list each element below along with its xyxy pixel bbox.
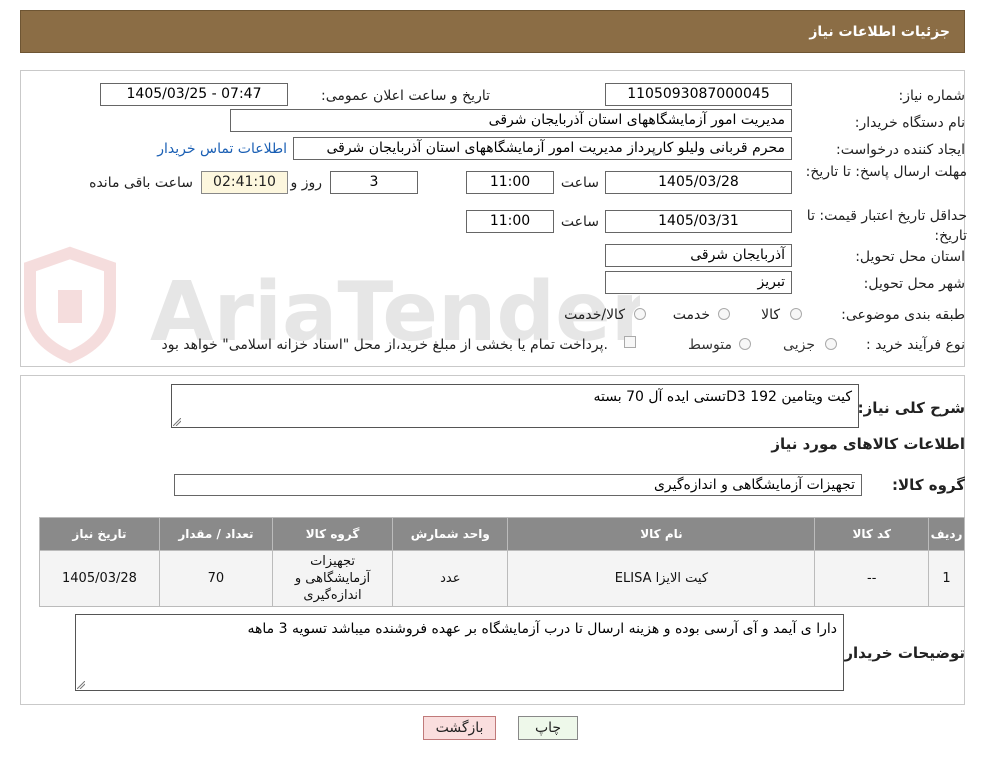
- process-medium-label: متوسط: [688, 337, 732, 353]
- category-label: طبقه بندی موضوعی:: [841, 307, 965, 323]
- col-group-header: گروه کالا: [271, 517, 394, 551]
- cell-qty: 70: [158, 550, 273, 607]
- buyer-notes-label: توضیحات خریدار:: [838, 644, 965, 662]
- process-partial-radio[interactable]: [825, 338, 837, 350]
- buyer-org-field: مدیریت امور آزمایشگاههای استان آذربایجان…: [230, 109, 792, 132]
- price-validity-label: حداقل تاریخ اعتبار قیمت: تا تاریخ:: [806, 208, 967, 244]
- reply-time-field: 11:00: [466, 171, 554, 194]
- city-field: تبریز: [605, 271, 792, 294]
- category-service-radio[interactable]: [718, 308, 730, 320]
- treasury-payment-text: پرداخت تمام یا بخشی از مبلغ خرید،از محل …: [161, 337, 608, 353]
- col-unit-header: واحد شمارش: [392, 517, 509, 551]
- need-number-label: شماره نیاز:: [898, 88, 966, 104]
- category-goods-radio[interactable]: [790, 308, 802, 320]
- col-name-header: نام کالا: [507, 517, 816, 551]
- goods-table: ردیف کد کالا نام کالا واحد شمارش گروه کا…: [39, 517, 965, 607]
- cell-date: 1405/03/28: [39, 550, 160, 607]
- reply-date-field: 1405/03/28: [605, 171, 792, 194]
- col-code-header: کد کالا: [814, 517, 930, 551]
- col-row-header: ردیف: [928, 517, 965, 551]
- treasury-checkbox[interactable]: [624, 336, 636, 348]
- announce-date-field: 1405/03/25 - 07:47: [100, 83, 288, 106]
- process-medium-radio[interactable]: [739, 338, 751, 350]
- description-label: شرح کلی نیاز:: [857, 399, 965, 417]
- remaining-time-label: ساعت باقی مانده: [89, 175, 193, 191]
- category-goods-service-label: کالا/خدمت: [564, 307, 625, 323]
- buyer-contact-link[interactable]: اطلاعات تماس خریدار: [157, 141, 287, 157]
- creator-label: ایجاد کننده درخواست:: [836, 142, 965, 158]
- page-header: جزئیات اطلاعات نیاز: [20, 10, 965, 53]
- reply-deadline-label: مهلت ارسال پاسخ: تا تاریخ:: [805, 164, 967, 180]
- buyer-notes-textarea[interactable]: دارا ی آیمد و آی آرسی بوده و هزینه ارسال…: [75, 614, 844, 691]
- validity-time-label: ساعت: [560, 214, 599, 230]
- category-goods-service-radio[interactable]: [634, 308, 646, 320]
- days-field: 3: [330, 171, 418, 194]
- reply-time-label: ساعت: [560, 175, 599, 191]
- cell-row: 1: [928, 550, 965, 607]
- print-button[interactable]: چاپ: [518, 716, 578, 740]
- need-number-field: 1105093087000045: [605, 83, 792, 106]
- goods-group-label: گروه کالا:: [892, 476, 965, 494]
- table-row: 1 -- کیت الایزا ELISA عدد تجهیزات آزمایش…: [39, 550, 965, 607]
- goods-group-field: تجهیزات آزمایشگاهی و اندازه‌گیری: [174, 474, 862, 496]
- back-button[interactable]: بازگشت: [423, 716, 496, 740]
- goods-info-title: اطلاعات کالاهای مورد نیاز: [771, 435, 965, 453]
- province-label: استان محل تحویل:: [855, 249, 965, 265]
- category-goods-label: کالا: [761, 307, 780, 323]
- days-label: روز و: [290, 175, 323, 191]
- buyer-org-label: نام دستگاه خریدار:: [854, 115, 965, 131]
- creator-field: محرم قربانی ولیلو کارپرداز مدیریت امور آ…: [293, 137, 792, 160]
- category-service-label: خدمت: [672, 307, 710, 323]
- resize-handle-icon[interactable]: [77, 681, 85, 689]
- col-date-header: تاریخ نیاز: [39, 517, 160, 551]
- cell-unit: عدد: [392, 550, 509, 607]
- cell-code: --: [814, 550, 930, 607]
- process-type-label: نوع فرآیند خرید :: [866, 337, 965, 353]
- announce-date-label: تاریخ و ساعت اعلان عمومی:: [321, 88, 490, 104]
- cell-group: تجهیزات آزمایشگاهی و اندازه‌گیری: [271, 550, 394, 607]
- col-qty-header: تعداد / مقدار: [158, 517, 273, 551]
- province-field: آذربایجان شرقی: [605, 244, 792, 267]
- process-partial-label: جزیی: [783, 337, 815, 353]
- cell-name: کیت الایزا ELISA: [507, 550, 816, 607]
- remaining-time-field: 02:41:10: [201, 171, 288, 194]
- table-header-row: ردیف کد کالا نام کالا واحد شمارش گروه کا…: [39, 517, 965, 551]
- resize-handle-icon[interactable]: [173, 418, 181, 426]
- validity-time-field: 11:00: [466, 210, 554, 233]
- validity-date-field: 1405/03/31: [605, 210, 792, 233]
- description-textarea[interactable]: کیت ویتامین D3 192تستی ایده آل 70 بسته: [171, 384, 859, 428]
- city-label: شهر محل تحویل:: [863, 276, 965, 292]
